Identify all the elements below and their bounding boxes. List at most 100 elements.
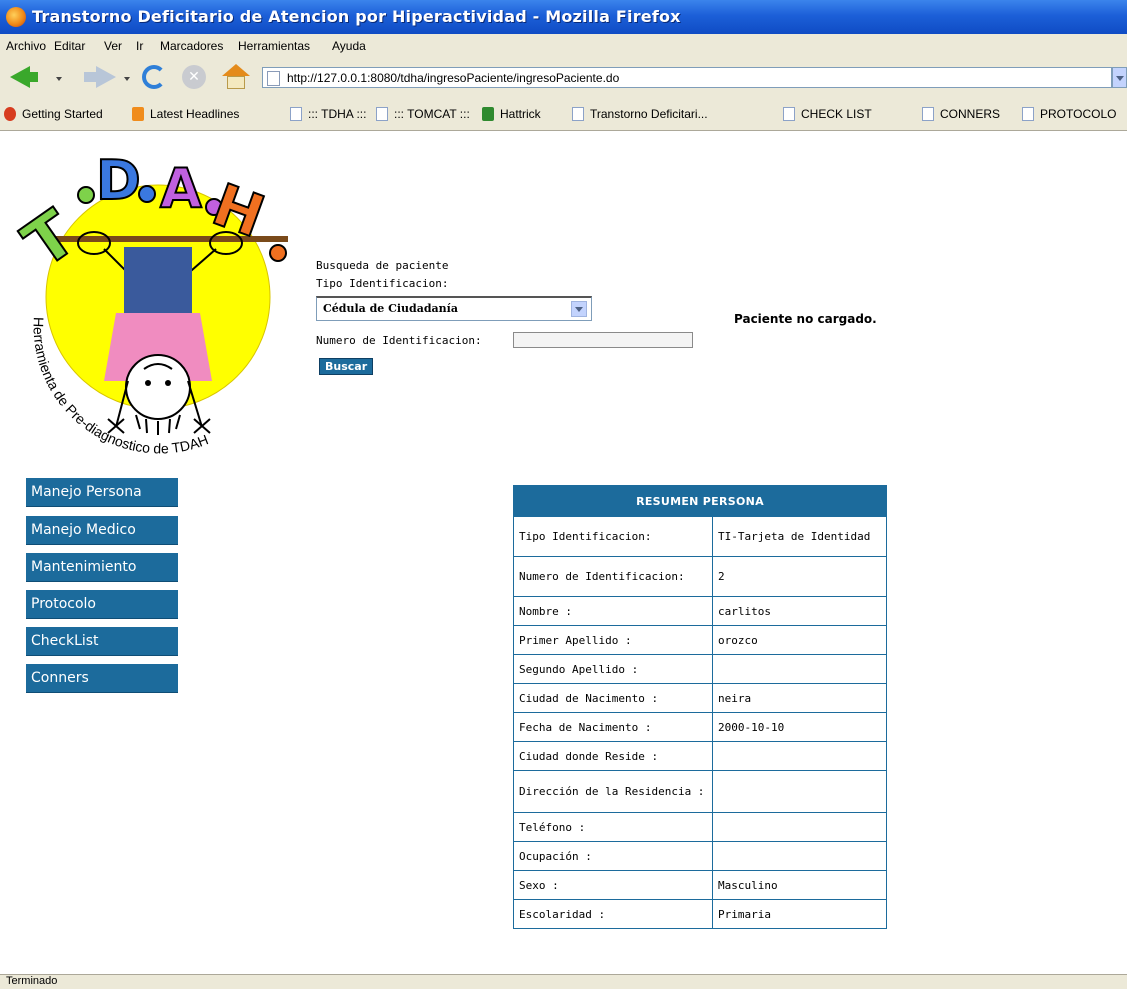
page-icon <box>290 107 302 121</box>
row-label: Fecha de Nacimento : <box>513 712 713 742</box>
row-label: Ocupación : <box>513 841 713 871</box>
numero-identificacion-input[interactable] <box>513 332 693 348</box>
sidebar-item-checklist[interactable]: CheckList <box>26 627 178 656</box>
page-icon <box>267 71 280 86</box>
row-value: TI-Tarjeta de Identidad <box>712 516 887 557</box>
tipo-identificacion-label: Tipo Identificacion: <box>316 277 449 290</box>
row-label: Ciudad donde Reside : <box>513 741 713 771</box>
row-label: Nombre : <box>513 596 713 626</box>
row-value <box>712 812 887 842</box>
back-history-chevron-icon[interactable] <box>56 77 62 81</box>
tdah-logo: T D A H Herramienta de Pre-diagnostico d… <box>16 148 288 456</box>
row-label: Teléfono : <box>513 812 713 842</box>
sidebar-item-protocolo[interactable]: Protocolo <box>26 590 178 619</box>
search-heading: Busqueda de paciente <box>316 259 449 272</box>
stop-icon[interactable]: ✕ <box>182 65 206 89</box>
row-value <box>712 654 887 684</box>
forward-history-chevron-icon[interactable] <box>124 77 130 81</box>
reload-icon[interactable] <box>142 65 166 89</box>
table-row: Primer Apellido : orozco <box>513 625 887 655</box>
bookmark-protocolo[interactable]: PROTOCOLO <box>1022 105 1116 123</box>
row-label: Segundo Apellido : <box>513 654 713 684</box>
bookmark-conners[interactable]: CONNERS <box>922 105 1000 123</box>
row-label: Sexo : <box>513 870 713 900</box>
table-row: Tipo Identificacion: TI-Tarjeta de Identi… <box>513 516 887 557</box>
bookmarks-toolbar: Getting Started Latest Headlines ::: TDH… <box>0 96 1127 131</box>
bookmark-transtorno[interactable]: Transtorno Deficitari... <box>572 105 708 123</box>
status-text: Terminado <box>6 975 58 987</box>
page-icon <box>922 107 934 121</box>
address-url: http://127.0.0.1:8080/tdha/ingresoPacien… <box>287 71 620 85</box>
window-titlebar: Transtorno Deficitario de Atencion por H… <box>0 0 1127 34</box>
status-bar: Terminado <box>0 974 1127 989</box>
menu-marcadores[interactable]: Marcadores <box>160 39 223 53</box>
table-row: Teléfono : <box>513 812 887 842</box>
bookmark-tdha[interactable]: ::: TDHA ::: <box>290 105 366 123</box>
buscar-button[interactable]: Buscar <box>319 358 374 375</box>
row-label: Dirección de la Residencia : <box>513 770 713 813</box>
table-row: Ocupación : <box>513 841 887 871</box>
row-value: orozco <box>712 625 887 655</box>
page-content: T D A H Herramienta de Pre-diagnostico d… <box>0 131 1127 974</box>
table-row: Dirección de la Residencia : <box>513 770 887 813</box>
table-row: Fecha de Nacimento :2000-10-10 <box>513 712 887 742</box>
sidebar-item-manejo-persona[interactable]: Manejo Persona <box>26 478 178 507</box>
row-value: carlitos <box>712 596 887 626</box>
menu-ayuda[interactable]: Ayuda <box>332 39 366 53</box>
row-label: Numero de Identificacion: <box>513 556 713 597</box>
menu-herramientas[interactable]: Herramientas <box>238 39 310 53</box>
forward-arrow-icon <box>96 66 116 88</box>
row-label: Escolaridad : <box>513 899 713 929</box>
row-label: Ciudad de Nacimento : <box>513 683 713 713</box>
bookmark-check-list[interactable]: CHECK LIST <box>783 105 872 123</box>
page-icon <box>783 107 795 121</box>
patient-status-message: Paciente no cargado. <box>734 312 877 326</box>
sidebar-item-mantenimiento[interactable]: Mantenimiento <box>26 553 178 582</box>
home-icon[interactable] <box>222 64 250 90</box>
page-icon <box>1022 107 1034 121</box>
sidebar-item-manejo-medico[interactable]: Manejo Medico <box>26 516 178 545</box>
table-row: Numero de Identificacion: 2 <box>513 556 887 597</box>
table-row: Ciudad de Nacimento : neira <box>513 683 887 713</box>
row-label: Primer Apellido : <box>513 625 713 655</box>
resumen-persona-title: RESUMEN PERSONA <box>513 485 887 517</box>
tipo-identificacion-select[interactable]: Cédula de Ciudadanía <box>316 296 592 321</box>
hattrick-icon <box>482 107 494 121</box>
address-bar[interactable]: http://127.0.0.1:8080/tdha/ingresoPacien… <box>262 67 1112 88</box>
row-value: Primaria <box>712 899 887 929</box>
row-value <box>712 770 887 813</box>
address-dropdown-icon[interactable] <box>1112 67 1127 88</box>
rss-icon <box>132 107 144 121</box>
bookmark-tomcat[interactable]: ::: TOMCAT ::: <box>376 105 470 123</box>
bookmark-getting-started[interactable]: Getting Started <box>4 105 103 123</box>
table-row: Segundo Apellido : <box>513 654 887 684</box>
row-value <box>712 841 887 871</box>
page-icon <box>376 107 388 121</box>
menu-archivo[interactable]: Archivo <box>6 39 46 53</box>
tipo-identificacion-value: Cédula de Ciudadanía <box>323 302 458 315</box>
row-value: 2000-10-10 <box>712 712 887 742</box>
table-row: Sexo : Masculino <box>513 870 887 900</box>
table-row: Ciudad donde Reside : <box>513 741 887 771</box>
svg-text:D: D <box>96 149 141 212</box>
firefox-icon <box>6 7 26 27</box>
window-title: Transtorno Deficitario de Atencion por H… <box>32 7 681 26</box>
resumen-persona-table: RESUMEN PERSONA Tipo Identificacion: TI-T… <box>513 485 887 929</box>
row-value: 2 <box>712 556 887 597</box>
row-value <box>712 741 887 771</box>
table-row: Escolaridad : Primaria <box>513 899 887 929</box>
chevron-down-icon[interactable] <box>571 301 587 317</box>
menu-bar: Archivo Editar Ver Ir Marcadores Herrami… <box>0 34 1127 59</box>
menu-ir[interactable]: Ir <box>136 39 143 53</box>
menu-ver[interactable]: Ver <box>104 39 122 53</box>
numero-identificacion-label: Numero de Identificacion: <box>316 334 482 347</box>
menu-editar[interactable]: Editar <box>54 39 85 53</box>
row-value: neira <box>712 683 887 713</box>
table-row: Nombre : carlitos <box>513 596 887 626</box>
sidebar-item-conners[interactable]: Conners <box>26 664 178 693</box>
row-label: Tipo Identificacion: <box>513 516 713 557</box>
page-icon <box>572 107 584 121</box>
row-value: Masculino <box>712 870 887 900</box>
bookmark-latest-headlines[interactable]: Latest Headlines <box>132 105 239 123</box>
bookmark-hattrick[interactable]: Hattrick <box>482 105 541 123</box>
